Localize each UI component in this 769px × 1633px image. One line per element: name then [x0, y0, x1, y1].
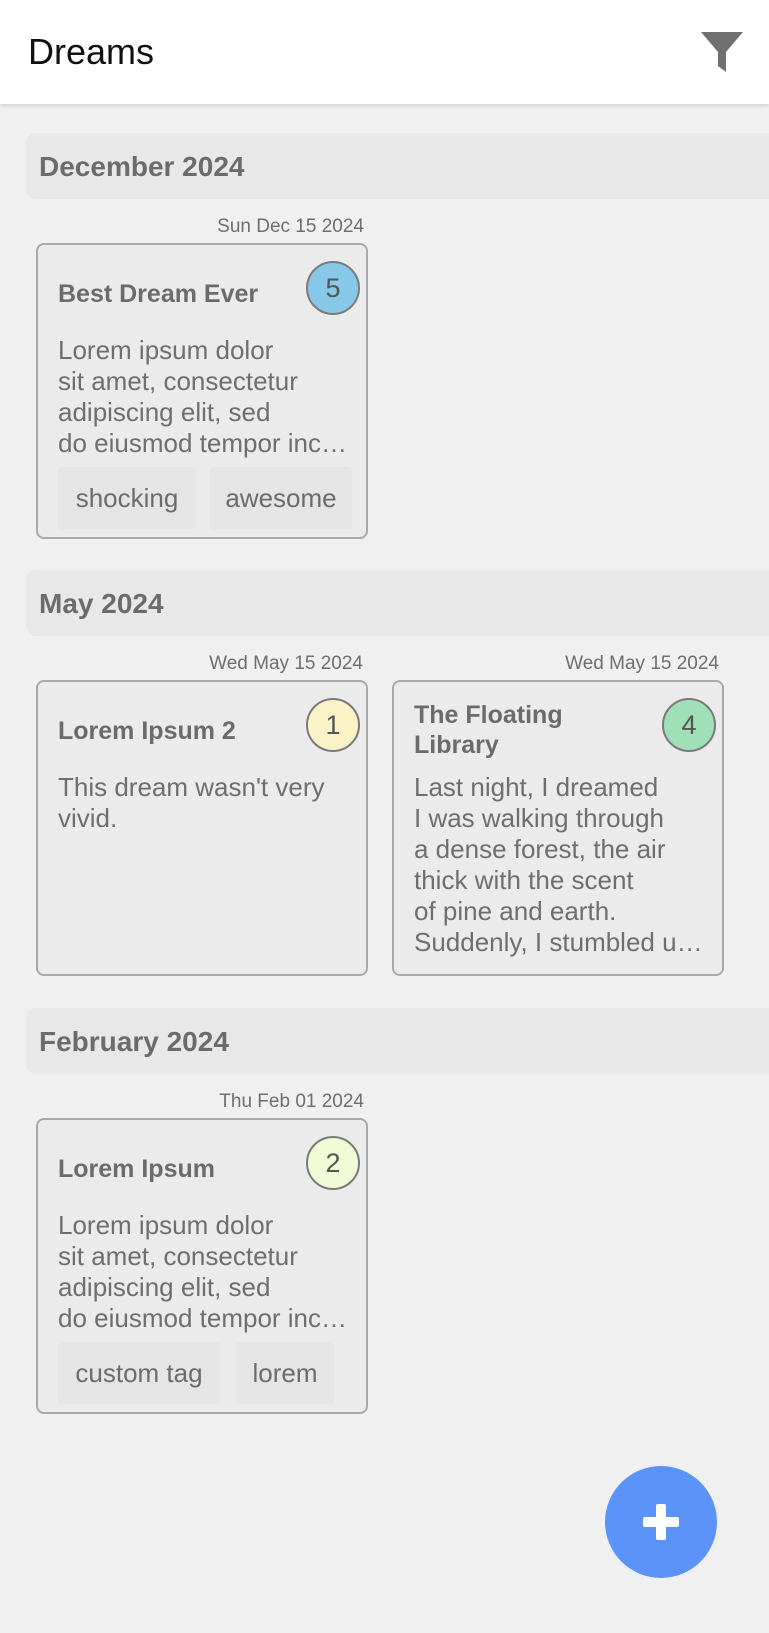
- dream-title-line: The Floating: [414, 701, 563, 729]
- dream-card[interactable]: Best Dream Ever 5 Lorem ipsum dolor sit …: [36, 243, 368, 539]
- section-title: December 2024: [39, 151, 245, 182]
- section-title: February 2024: [39, 1026, 229, 1057]
- plus-icon: [643, 1504, 679, 1540]
- dream-excerpt: Lorem ipsum dolor sit amet, consectetur …: [58, 335, 348, 459]
- rating-badge: 1: [306, 698, 360, 752]
- dream-card[interactable]: The Floating Library 4 Last night, I dre…: [392, 680, 724, 976]
- excerpt-line: adipiscing elit, sed: [58, 1272, 271, 1302]
- rating-badge: 5: [306, 261, 360, 315]
- excerpt-line: adipiscing elit, sed: [58, 397, 271, 427]
- dream-title: Lorem Ipsum: [58, 1155, 215, 1183]
- filter-icon: [701, 32, 743, 72]
- section-header-december-2024: December 2024: [26, 133, 769, 199]
- filter-button[interactable]: [698, 28, 750, 80]
- dream-card[interactable]: Lorem Ipsum 2 1 This dream wasn't very v…: [36, 680, 368, 976]
- rating-badge: 2: [306, 1136, 360, 1190]
- dream-card[interactable]: Lorem Ipsum 2 Lorem ipsum dolor sit amet…: [36, 1118, 368, 1414]
- dream-date: Sun Dec 15 2024: [217, 216, 364, 237]
- excerpt-line: sit amet, consectetur: [58, 1241, 298, 1271]
- dream-excerpt: This dream wasn't very vivid.: [58, 772, 348, 834]
- excerpt-line: sit amet, consectetur: [58, 366, 298, 396]
- rating-badge: 4: [662, 698, 716, 752]
- excerpt-line: I was walking through: [414, 803, 665, 833]
- excerpt-line: Suddenly, I stumbled upon: [414, 927, 704, 957]
- excerpt-line: of pine and earth.: [414, 896, 617, 926]
- dream-excerpt: Lorem ipsum dolor sit amet, consectetur …: [58, 1210, 348, 1334]
- excerpt-line: Last night, I dreamed: [414, 772, 659, 802]
- add-dream-button[interactable]: [605, 1466, 717, 1578]
- dream-excerpt: Last night, I dreamed I was walking thro…: [414, 772, 704, 958]
- dream-title: Best Dream Ever: [58, 280, 259, 308]
- dream-title-line: Library: [414, 731, 499, 759]
- tag-chip[interactable]: custom tag: [58, 1342, 220, 1404]
- app-bar: Dreams: [0, 0, 769, 104]
- section-title: May 2024: [39, 588, 164, 619]
- excerpt-line: Lorem ipsum dolor: [58, 335, 274, 365]
- page-title: Dreams: [28, 31, 155, 72]
- dream-title: Lorem Ipsum 2: [58, 717, 236, 745]
- dream-date: Wed May 15 2024: [209, 653, 363, 674]
- tag-list: shocking awesome: [58, 467, 358, 529]
- excerpt-line: Lorem ipsum dolor: [58, 1210, 274, 1240]
- excerpt-line: thick with the scent: [414, 865, 634, 895]
- excerpt-line: This dream wasn't very: [58, 772, 325, 802]
- tag-list: custom tag lorem: [58, 1342, 358, 1404]
- excerpt-line: do eiusmod tempor incididunt: [58, 1303, 348, 1333]
- excerpt-line: do eiusmod tempor incididunt: [58, 428, 348, 458]
- dream-date: Wed May 15 2024: [565, 653, 719, 674]
- section-header-february-2024: February 2024: [26, 1008, 769, 1074]
- excerpt-line: a dense forest, the air: [414, 834, 666, 864]
- tag-chip[interactable]: awesome: [210, 467, 352, 529]
- dream-title: The Floating Library: [414, 700, 644, 760]
- tag-chip[interactable]: lorem: [236, 1342, 334, 1404]
- excerpt-line: vivid.: [58, 803, 118, 833]
- dream-date: Thu Feb 01 2024: [219, 1091, 364, 1112]
- tag-chip[interactable]: shocking: [58, 467, 196, 529]
- section-header-may-2024: May 2024: [26, 570, 769, 636]
